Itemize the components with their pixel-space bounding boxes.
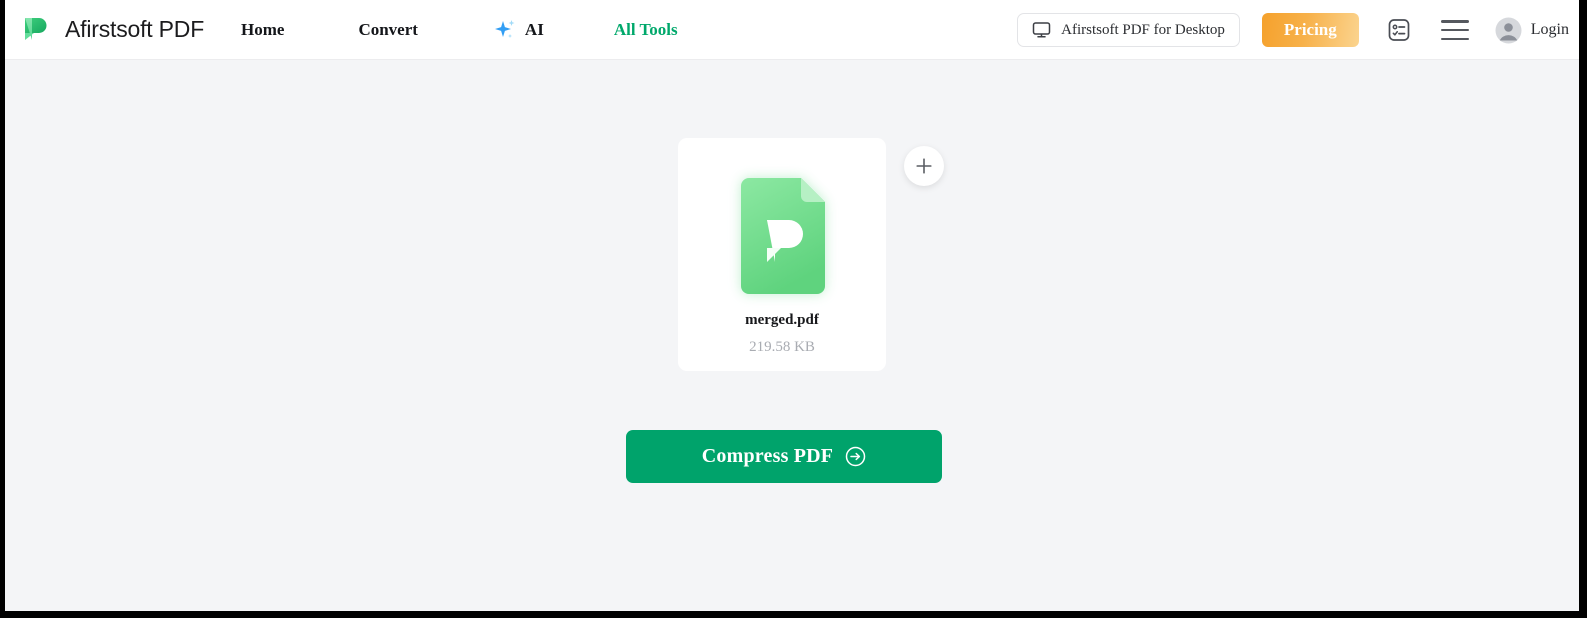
file-card[interactable]: merged.pdf 219.58 KB	[678, 138, 886, 371]
nav-item-home[interactable]: Home	[227, 20, 298, 40]
pricing-button[interactable]: Pricing	[1261, 13, 1359, 47]
hamburger-line	[1440, 37, 1469, 40]
sparkle-icon	[492, 18, 518, 42]
file-list: merged.pdf 219.58 KB	[678, 138, 944, 371]
pdf-file-icon	[733, 176, 831, 296]
arrow-right-circle-icon	[845, 446, 866, 467]
compress-pdf-label: Compress PDF	[701, 445, 834, 467]
brand-name: Afirstsoft PDF	[65, 15, 205, 42]
nav-item-label: All Tools	[613, 20, 678, 39]
desktop-app-label: Afirstsoft PDF for Desktop	[1061, 21, 1225, 38]
login-button[interactable]: Login	[1495, 17, 1569, 44]
nav-item-all-tools[interactable]: All Tools	[600, 20, 692, 40]
nav-item-label: AI	[524, 20, 544, 39]
nav-item-label: Convert	[358, 20, 418, 39]
login-label: Login	[1530, 21, 1569, 38]
main-navigation: Home Convert AI All Tools	[227, 0, 692, 60]
brand-logo-link[interactable]: Afirstsoft PDF	[17, 11, 204, 47]
add-file-button[interactable]	[904, 146, 944, 186]
monitor-icon	[1032, 21, 1051, 39]
nav-item-convert[interactable]: Convert	[344, 20, 431, 40]
site-header: Afirstsoft PDF Home Convert AI All Tools…	[5, 0, 1579, 60]
user-avatar-icon	[1495, 17, 1522, 44]
main-content: merged.pdf 219.58 KB Compress PDF	[5, 60, 1579, 611]
pricing-label: Pricing	[1283, 20, 1337, 39]
compress-pdf-button[interactable]: Compress PDF	[626, 430, 942, 483]
afirstsoft-logo-icon	[17, 11, 53, 47]
hamburger-line	[1440, 28, 1469, 32]
browser-frame: Afirstsoft PDF Home Convert AI All Tools…	[0, 0, 1587, 618]
primary-action-area: Compress PDF	[626, 430, 942, 483]
plus-icon	[914, 156, 934, 176]
desktop-app-button[interactable]: Afirstsoft PDF for Desktop	[1017, 13, 1240, 47]
file-name: merged.pdf	[745, 312, 819, 328]
page-viewport: Afirstsoft PDF Home Convert AI All Tools…	[5, 0, 1579, 611]
file-size: 219.58 KB	[749, 339, 815, 355]
hamburger-line	[1440, 20, 1469, 23]
header-actions: Afirstsoft PDF for Desktop Pricing Login	[1017, 0, 1569, 60]
checklist-icon[interactable]	[1385, 16, 1413, 44]
nav-item-ai[interactable]: AI	[478, 18, 558, 42]
hamburger-menu-icon[interactable]	[1440, 20, 1469, 40]
nav-item-label: Home	[241, 20, 285, 39]
